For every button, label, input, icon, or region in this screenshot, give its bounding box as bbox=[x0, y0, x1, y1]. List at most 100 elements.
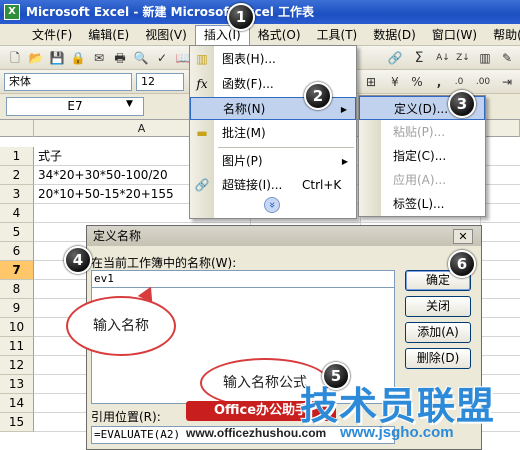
menu-item-hyperlink[interactable]: 🔗 超链接(I)... Ctrl+K bbox=[190, 174, 356, 197]
spelling-icon[interactable]: ✓ bbox=[153, 49, 171, 67]
submenu-item-create[interactable]: 指定(C)... bbox=[359, 144, 485, 168]
menu-item-hyperlink-shortcut: Ctrl+K bbox=[302, 178, 342, 192]
watermark-brand: 技术员联盟 bbox=[300, 384, 496, 428]
autosum-icon[interactable]: Σ bbox=[410, 49, 428, 67]
chart-icon: ▥ bbox=[196, 52, 208, 66]
column-header-d[interactable] bbox=[480, 120, 520, 137]
submenu-item-label-label: 标签(L)... bbox=[393, 197, 445, 211]
currency-icon[interactable]: ¥ bbox=[386, 73, 404, 91]
menu-item-chart-label: 图表(H)... bbox=[222, 52, 276, 66]
name-box-value: E7 bbox=[67, 99, 83, 113]
callout-bubble-name: 输入名称 bbox=[66, 296, 176, 356]
insert-menu: ▥ 图表(H)... fx 函数(F)... 名称(N) ▶ ▬ 批注(M) 图… bbox=[189, 45, 357, 219]
cell-a2[interactable]: 34*20+30*50-100/20 bbox=[38, 166, 168, 185]
menu-data[interactable]: 数据(D) bbox=[365, 25, 424, 45]
sort-descending-icon[interactable]: Z↓ bbox=[454, 49, 472, 67]
new-file-icon[interactable]: 🗋 bbox=[6, 49, 24, 67]
submenu-item-define-label: 定义(D)... bbox=[394, 102, 449, 116]
open-file-icon[interactable]: 📂 bbox=[27, 49, 45, 67]
row-header-10[interactable]: 10 bbox=[0, 318, 34, 337]
add-button[interactable]: 添加(A) bbox=[405, 322, 471, 343]
row-header-4[interactable]: 4 bbox=[0, 204, 34, 223]
increase-decimal-icon[interactable]: .0 bbox=[450, 73, 468, 91]
hyperlink-icon: 🔗 bbox=[194, 178, 210, 192]
menu-tools[interactable]: 工具(T) bbox=[309, 25, 366, 45]
drawing-icon[interactable]: ✎ bbox=[498, 49, 516, 67]
select-all-corner[interactable] bbox=[0, 120, 34, 137]
permission-icon[interactable]: 🔒 bbox=[69, 49, 87, 67]
window-title: Microsoft Excel - 新建 Microsoft Excel 工作表 bbox=[26, 5, 315, 19]
close-icon[interactable]: ✕ bbox=[453, 229, 473, 244]
cell-a3[interactable]: 20*10+50-15*20+155 bbox=[38, 185, 174, 204]
menu-item-hyperlink-label: 超链接(I)... bbox=[222, 178, 283, 192]
submenu-item-apply-label: 应用(A)... bbox=[393, 173, 447, 187]
row-header-13[interactable]: 13 bbox=[0, 375, 34, 394]
menu-file[interactable]: 文件(F) bbox=[24, 25, 80, 45]
title-bar: Microsoft Excel - 新建 Microsoft Excel 工作表 bbox=[0, 0, 520, 24]
expand-menu-icon[interactable]: » bbox=[264, 197, 280, 213]
menu-item-picture[interactable]: 图片(P) ▶ bbox=[190, 150, 356, 173]
refers-to-label: 引用位置(R): bbox=[91, 410, 161, 424]
submenu-item-paste-label: 粘贴(P)... bbox=[393, 125, 446, 139]
menu-edit[interactable]: 编辑(E) bbox=[80, 25, 137, 45]
row-header-11[interactable]: 11 bbox=[0, 337, 34, 356]
save-icon[interactable]: 💾 bbox=[48, 49, 66, 67]
names-in-workbook-label: 在当前工作簿中的名称(W): bbox=[91, 256, 237, 270]
hyperlink-toolbar-icon[interactable]: 🔗 bbox=[386, 49, 404, 67]
menu-bar: 文件(F) 编辑(E) 视图(V) 插入(I) 格式(O) 工具(T) 数据(D… bbox=[0, 24, 520, 46]
step-badge-6: 6 bbox=[448, 250, 476, 278]
font-name-select[interactable]: 宋体 bbox=[4, 73, 132, 91]
decrease-decimal-icon[interactable]: .00 bbox=[474, 73, 492, 91]
step-badge-3: 3 bbox=[448, 90, 476, 118]
chart-wizard-icon[interactable]: ▥ bbox=[476, 49, 494, 67]
delete-button[interactable]: 删除(D) bbox=[405, 348, 471, 369]
menu-item-picture-label: 图片(P) bbox=[222, 154, 263, 168]
menu-format[interactable]: 格式(O) bbox=[250, 25, 309, 45]
row-header-6[interactable]: 6 bbox=[0, 242, 34, 261]
row-header-2[interactable]: 2 bbox=[0, 166, 34, 185]
name-box[interactable]: E7 bbox=[6, 97, 144, 116]
row-header-1[interactable]: 1 bbox=[0, 147, 34, 166]
merge-center-icon[interactable]: ⊞ bbox=[362, 73, 380, 91]
row-header-15[interactable]: 15 bbox=[0, 413, 34, 432]
row-header-7[interactable]: 7 bbox=[0, 261, 34, 280]
comma-style-icon[interactable]: , bbox=[430, 73, 448, 91]
excel-icon: X bbox=[4, 4, 20, 20]
function-icon: fx bbox=[196, 77, 208, 91]
sort-ascending-icon[interactable]: A↓ bbox=[434, 49, 452, 67]
menu-item-comment[interactable]: ▬ 批注(M) bbox=[190, 122, 356, 145]
step-badge-4: 4 bbox=[64, 246, 92, 274]
percent-icon[interactable]: % bbox=[408, 73, 426, 91]
indent-icon[interactable]: ⇥ bbox=[498, 73, 516, 91]
row-header-9[interactable]: 9 bbox=[0, 299, 34, 318]
menu-item-function-label: 函数(F)... bbox=[222, 77, 274, 91]
menu-item-chart[interactable]: ▥ 图表(H)... bbox=[190, 48, 356, 71]
comment-icon: ▬ bbox=[196, 126, 208, 140]
menu-help[interactable]: 帮助(H) bbox=[485, 25, 520, 45]
name-input[interactable]: ev1 bbox=[91, 270, 395, 288]
row-header-5[interactable]: 5 bbox=[0, 223, 34, 242]
step-badge-1: 1 bbox=[227, 3, 255, 31]
submenu-item-paste: 粘贴(P)... bbox=[359, 120, 485, 144]
menu-window[interactable]: 窗口(W) bbox=[424, 25, 485, 45]
row-header-14[interactable]: 14 bbox=[0, 394, 34, 413]
cell-a1[interactable]: 式子 bbox=[38, 147, 62, 166]
submenu-arrow-icon: ▶ bbox=[341, 157, 348, 166]
submenu-arrow-icon: ▶ bbox=[340, 105, 347, 114]
row-header-3[interactable]: 3 bbox=[0, 185, 34, 204]
email-icon[interactable]: ✉ bbox=[90, 49, 108, 67]
submenu-item-label[interactable]: 标签(L)... bbox=[359, 192, 485, 216]
submenu-item-apply: 应用(A)... bbox=[359, 168, 485, 192]
step-badge-2: 2 bbox=[304, 82, 332, 110]
row-header-8[interactable]: 8 bbox=[0, 280, 34, 299]
print-preview-icon[interactable]: 🔍 bbox=[132, 49, 150, 67]
name-box-dropdown-icon[interactable]: ▼ bbox=[126, 99, 133, 109]
print-icon[interactable]: 🖶 bbox=[111, 49, 129, 67]
close-button[interactable]: 关闭 bbox=[405, 296, 471, 317]
watermark-url-2: www.jsgho.com bbox=[340, 424, 454, 441]
menu-item-name-label: 名称(N) bbox=[223, 102, 266, 116]
menu-view[interactable]: 视图(V) bbox=[137, 25, 195, 45]
menu-item-comment-label: 批注(M) bbox=[222, 126, 266, 140]
row-header-12[interactable]: 12 bbox=[0, 356, 34, 375]
font-size-select[interactable]: 12 bbox=[136, 73, 184, 91]
